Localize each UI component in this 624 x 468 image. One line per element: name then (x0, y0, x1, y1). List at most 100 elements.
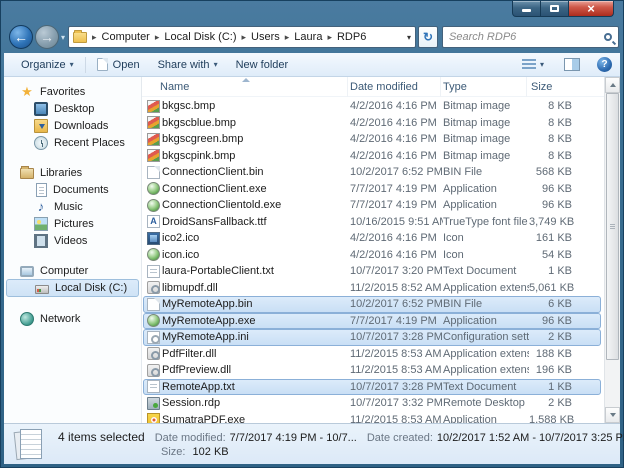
file-type: Bitmap image (443, 150, 529, 162)
close-button[interactable]: × (569, 1, 614, 17)
file-row[interactable]: bkgscpink.bmp4/2/2016 4:16 PMBitmap imag… (143, 148, 601, 165)
file-date-modified: 10/2/2017 6:52 PM (350, 166, 443, 178)
computer-icon (20, 266, 34, 277)
file-size: 6 KB (529, 298, 600, 310)
file-row[interactable]: bkgsc.bmp4/2/2016 4:16 PMBitmap image8 K… (143, 98, 601, 115)
sidebar-item-music[interactable]: Music (4, 198, 141, 215)
search-box[interactable] (442, 26, 619, 48)
ini-file-icon (147, 331, 160, 344)
sidebar-section-libraries[interactable]: Libraries (4, 164, 141, 181)
breadcrumb-segment[interactable]: Local Disk (C:) (164, 31, 236, 43)
file-row[interactable]: MyRemoteApp.exe7/7/2017 4:19 PMApplicati… (143, 313, 601, 330)
file-date-modified: 11/2/2015 8:53 AM (350, 348, 443, 360)
file-date-modified: 4/2/2016 4:16 PM (350, 100, 443, 112)
dll-file-icon (147, 364, 160, 377)
address-dropdown-icon[interactable]: ▾ (403, 33, 411, 42)
file-row[interactable]: PdfPreview.dll11/2/2015 8:53 AMApplicati… (143, 362, 601, 379)
column-header-date-modified[interactable]: Date modified (348, 77, 441, 97)
new-folder-button[interactable]: New folder (227, 54, 298, 76)
forward-icon: → (40, 26, 54, 48)
file-size: 2 KB (529, 397, 600, 409)
file-type: BIN File (443, 298, 529, 310)
file-row[interactable]: icon.ico4/2/2016 4:16 PMIcon54 KB (143, 247, 601, 264)
back-button[interactable]: ← (9, 25, 33, 49)
file-type: Configuration sett... (443, 331, 529, 343)
file-row[interactable]: libmupdf.dll11/2/2015 8:52 AMApplication… (143, 280, 601, 297)
size-label: Size: (161, 446, 185, 458)
file-row[interactable]: ico2.ico4/2/2016 4:16 PMIcon161 KB (143, 230, 601, 247)
file-row[interactable]: MyRemoteApp.bin10/2/2017 6:52 PMBIN File… (143, 296, 601, 313)
scrollbar-thumb[interactable] (606, 93, 619, 360)
file-row[interactable]: bkgscgreen.bmp4/2/2016 4:16 PMBitmap ima… (143, 131, 601, 148)
sidebar-item-videos[interactable]: Videos (4, 232, 141, 249)
file-date-modified: 4/2/2016 4:16 PM (350, 133, 443, 145)
file-type: Text Document (443, 381, 529, 393)
preview-pane-button[interactable] (553, 54, 591, 76)
local-disk-icon (35, 285, 49, 294)
forward-button[interactable]: → (35, 25, 59, 49)
sidebar-item-documents[interactable]: Documents (4, 181, 141, 198)
column-header-type[interactable]: Type (441, 77, 527, 97)
date-modified-label: Date modified: (155, 432, 226, 444)
chevron-down-icon: ▾ (214, 60, 218, 69)
file-row[interactable]: bkgscblue.bmp4/2/2016 4:16 PMBitmap imag… (143, 115, 601, 132)
details-pane: 4 items selected Date modified: 7/7/2017… (4, 423, 620, 464)
icon-file-icon (147, 248, 160, 261)
sidebar-item-label: Desktop (54, 103, 94, 115)
file-name: bkgscblue.bmp (162, 117, 350, 129)
share-with-button[interactable]: Share with ▾ (149, 54, 227, 76)
favorites-star-icon (20, 85, 34, 99)
sidebar-item-recent-places[interactable]: Recent Places (4, 134, 141, 151)
sidebar-section-favorites[interactable]: Favorites (4, 83, 141, 100)
sidebar-item-label: Downloads (54, 120, 108, 132)
breadcrumb-segment[interactable]: RDP6 (337, 31, 366, 43)
file-row[interactable]: PdfFilter.dll11/2/2015 8:53 AMApplicatio… (143, 346, 601, 363)
sidebar-item-desktop[interactable]: Desktop (4, 100, 141, 117)
file-row[interactable]: ConnectionClient.bin10/2/2017 6:52 PMBIN… (143, 164, 601, 181)
file-row[interactable]: SumatraPDF.exe11/2/2015 8:53 AMApplicati… (143, 412, 601, 424)
open-button[interactable]: Open (88, 54, 149, 76)
main-area: Favorites Desktop Downloads Recent Places Li… (4, 77, 620, 423)
dll-file-icon (147, 281, 160, 294)
command-toolbar: Organize ▾ Open Share with ▾ New folder … (4, 53, 620, 77)
file-type: Remote Desktop ... (443, 397, 529, 409)
sidebar-section-network[interactable]: Network (4, 310, 141, 327)
sidebar-item-label: Videos (54, 235, 87, 247)
scroll-down-button[interactable] (605, 407, 620, 423)
file-row[interactable]: RemoteApp.txt10/7/2017 3:28 PMText Docum… (143, 379, 601, 396)
scrollbar-track[interactable] (605, 93, 620, 407)
file-row[interactable]: ConnectionClientold.exe7/7/2017 4:19 PMA… (143, 197, 601, 214)
breadcrumb-segment[interactable]: Users (251, 31, 280, 43)
refresh-button[interactable]: ↻ (418, 26, 438, 48)
file-name: PdfPreview.dll (162, 364, 350, 376)
sidebar-item-pictures[interactable]: Pictures (4, 215, 141, 232)
file-type: Icon (443, 249, 529, 261)
file-row[interactable]: ConnectionClient.exe7/7/2017 4:19 PMAppl… (143, 181, 601, 198)
sidebar-section-computer[interactable]: Computer (4, 262, 141, 279)
breadcrumb-segment[interactable]: Laura (294, 31, 322, 43)
file-row[interactable]: Session.rdp10/7/2017 3:32 PMRemote Deskt… (143, 395, 601, 412)
file-date-modified: 4/2/2016 4:16 PM (350, 150, 443, 162)
scroll-up-button[interactable] (605, 77, 620, 93)
file-name: laura-PortableClient.txt (162, 265, 350, 277)
vertical-scrollbar[interactable] (604, 77, 620, 423)
scrollbar-grip-icon (610, 224, 615, 229)
organize-label: Organize (21, 59, 66, 71)
file-row[interactable]: MyRemoteApp.ini10/7/2017 3:28 PMConfigur… (143, 329, 601, 346)
recent-pages-dropdown[interactable]: ▾ (61, 33, 65, 42)
address-bar[interactable]: ▸Computer▸Local Disk (C:)▸Users▸Laura▸RD… (68, 26, 416, 48)
breadcrumb-segment[interactable]: Computer (102, 31, 150, 43)
column-header-size[interactable]: Size (527, 77, 604, 97)
organize-button[interactable]: Organize ▾ (12, 54, 83, 76)
file-name: ConnectionClient.bin (162, 166, 350, 178)
sidebar-item-local-disk-c-[interactable]: Local Disk (C:) (6, 279, 139, 297)
maximize-button[interactable] (541, 1, 569, 17)
change-view-button[interactable]: ▾ (513, 54, 553, 76)
file-row[interactable]: DroidSansFallback.ttf10/16/2015 9:51 AMT… (143, 214, 601, 231)
minimize-button[interactable] (512, 1, 541, 17)
application-icon (147, 314, 160, 327)
search-input[interactable] (449, 31, 604, 43)
help-button[interactable]: ? (597, 57, 612, 72)
file-row[interactable]: laura-PortableClient.txt10/7/2017 3:20 P… (143, 263, 601, 280)
sidebar-item-downloads[interactable]: Downloads (4, 117, 141, 134)
